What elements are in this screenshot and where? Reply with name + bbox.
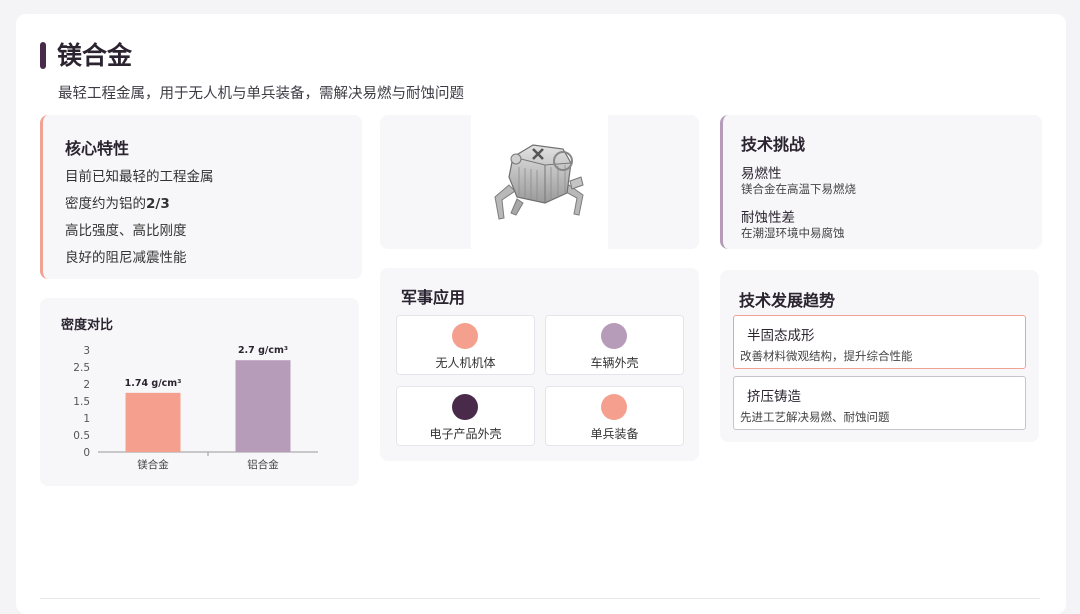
core-feature-item: 目前已知最轻的工程金属 <box>65 165 214 185</box>
core-features-title: 核心特性 <box>65 139 130 158</box>
color-dot <box>452 323 478 349</box>
military-item-vehicle-shell[interactable]: 车辆外壳 <box>545 315 684 375</box>
color-dot <box>452 394 478 420</box>
military-item-label: 电子产品外壳 <box>429 427 502 441</box>
technology-trends-card: 技术发展趋势 半固态成形 改善材料微观结构，提升综合性能 挤压铸造 先进工艺解决… <box>720 270 1039 442</box>
density-bar-chart: 0 0.5 1 1.5 2 2.5 3 1.74 g/cm³ 镁合金 2.7 g/cm³ 铝合金 <box>73 345 318 471</box>
density-chart-card: 密度对比 0 0.5 1 1.5 2 2.5 3 1.74 g/cm³ 镁合金 2.7 g/cm³… <box>40 298 359 486</box>
core-features-card: 核心特性 目前已知最轻的工程金属 密度约为铝的2/3 高比强度、高比刚度 良好的… <box>40 115 362 279</box>
y-tick-label: 1.5 <box>73 396 90 408</box>
challenge-name: 易燃性 <box>741 166 782 182</box>
y-tick-label: 2.5 <box>73 362 90 374</box>
military-item-soldier-equipment[interactable]: 单兵装备 <box>545 386 684 446</box>
y-tick-label: 0 <box>83 447 90 459</box>
military-item-label: 车辆外壳 <box>590 356 639 370</box>
core-feature-text: 密度约为铝的 <box>65 196 146 212</box>
trend-item-semi-solid-forming[interactable]: 半固态成形 改善材料微观结构，提升综合性能 <box>733 315 1026 369</box>
military-applications-card: 军事应用 无人机机体 车辆外壳 电子产品外壳 单兵装备 <box>380 268 699 461</box>
core-feature-item: 高比强度、高比刚度 <box>65 219 187 239</box>
y-tick-label: 0.5 <box>73 430 90 442</box>
trend-name: 挤压铸造 <box>747 389 801 405</box>
y-tick-label: 2 <box>83 379 90 391</box>
challenge-description: 在潮湿环境中易腐蚀 <box>741 226 845 240</box>
footer-divider <box>40 598 1040 599</box>
data-label: 1.74 g/cm³ <box>125 378 182 389</box>
challenge-name: 耐蚀性差 <box>741 210 795 226</box>
page-subtitle: 最轻工程金属，用于无人机与单兵装备，需解决易燃与耐蚀问题 <box>58 86 464 102</box>
core-feature-text: 良好的阻尼减震性能 <box>65 250 187 266</box>
color-dot <box>601 323 627 349</box>
color-dot <box>601 394 627 420</box>
data-label: 2.7 g/cm³ <box>238 345 288 356</box>
military-item-drone-airframe[interactable]: 无人机机体 <box>396 315 535 375</box>
bar-1 <box>125 392 181 452</box>
trend-description: 先进工艺解决易燃、耐蚀问题 <box>740 410 890 424</box>
drone-image <box>471 115 608 249</box>
trend-description: 改善材料微观结构，提升综合性能 <box>740 349 913 363</box>
military-item-label: 无人机机体 <box>435 356 496 370</box>
core-feature-strong: 2/3 <box>146 196 170 212</box>
title-accent-bar <box>40 42 46 69</box>
drone-icon <box>494 144 584 220</box>
technology-trends-title: 技术发展趋势 <box>739 291 836 310</box>
x-tick-label: 铝合金 <box>247 458 279 471</box>
bar-2 <box>235 360 291 452</box>
y-tick-label: 1 <box>83 413 90 425</box>
page-title: 镁合金 <box>57 41 133 70</box>
military-applications-title: 军事应用 <box>401 288 466 307</box>
core-feature-text: 高比强度、高比刚度 <box>65 223 187 239</box>
x-tick-label: 镁合金 <box>137 458 169 471</box>
technical-challenges-card: 技术挑战 易燃性 镁合金在高温下易燃烧 耐蚀性差 在潮湿环境中易腐蚀 <box>720 115 1042 249</box>
y-tick-label: 3 <box>83 345 90 357</box>
core-feature-item: 良好的阻尼减震性能 <box>65 246 187 266</box>
core-feature-item: 密度约为铝的2/3 <box>65 192 170 212</box>
drone-image-card <box>380 115 699 249</box>
trend-name: 半固态成形 <box>747 328 815 344</box>
challenge-description: 镁合金在高温下易燃烧 <box>741 182 856 196</box>
military-item-electronics-shell[interactable]: 电子产品外壳 <box>396 386 535 446</box>
core-feature-text: 目前已知最轻的工程金属 <box>65 169 214 185</box>
military-item-label: 单兵装备 <box>590 427 639 441</box>
trend-item-squeeze-casting[interactable]: 挤压铸造 先进工艺解决易燃、耐蚀问题 <box>733 376 1026 430</box>
technical-challenges-title: 技术挑战 <box>741 135 806 154</box>
